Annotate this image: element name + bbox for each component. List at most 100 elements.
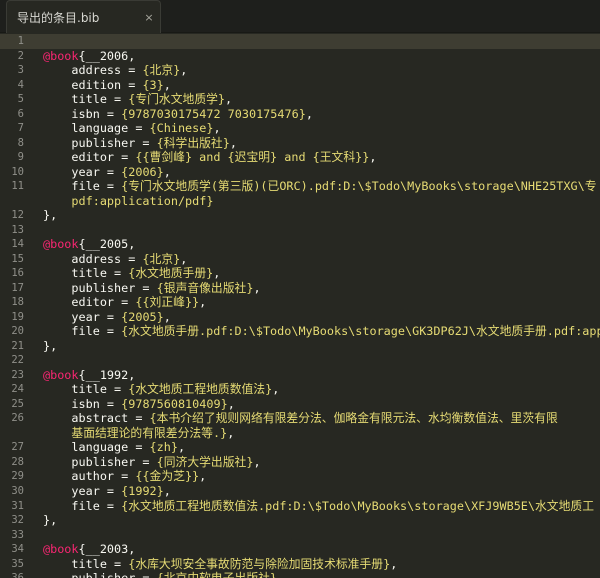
line-number: 20 <box>11 325 24 338</box>
line-number: 3 <box>17 64 24 77</box>
line-number: 34 <box>11 543 24 556</box>
code-line[interactable]: 28 publisher = {同济大学出版社}, <box>0 455 600 470</box>
code-line[interactable]: 9 editor = {{曹剑峰} and {迟宝明} and {王文科}}, <box>0 150 600 165</box>
code-line[interactable]: 33 <box>0 528 600 543</box>
token: {北京中软电子出版社} <box>157 571 277 578</box>
line-content: isbn = {9787030175472 7030175476}, <box>24 107 313 122</box>
token: year = <box>43 309 122 324</box>
code-line[interactable]: 14 @book{__2005, <box>0 237 600 252</box>
code-line[interactable]: 32}, <box>0 513 600 528</box>
tab-bar: 导出的条目.bib × <box>0 0 600 33</box>
line-number: 13 <box>11 223 24 236</box>
token: , <box>227 425 235 440</box>
token: , <box>163 309 171 324</box>
token: address = <box>43 251 143 266</box>
line-number: 5 <box>17 93 24 106</box>
code-line[interactable]: 3 address = {北京}, <box>0 63 600 78</box>
line-number: 14 <box>11 238 24 251</box>
line-content: edition = {3}, <box>24 77 170 93</box>
close-icon[interactable]: × <box>138 11 160 24</box>
token: , <box>272 382 280 397</box>
code-editor[interactable]: 1 2 @book{__2006, 3 address = {北京}, 4 editio… <box>0 33 600 578</box>
code-line[interactable]: 25 isbn = {9787560810409}, <box>0 397 600 412</box>
code-line[interactable]: 1 <box>0 34 600 49</box>
line-content: address = {北京}, <box>24 63 187 78</box>
line-number: 17 <box>11 281 24 294</box>
code-line[interactable]: 2 @book{__2006, <box>0 49 600 64</box>
line-content <box>24 353 43 368</box>
line-content: file = {专门水文地质学(第三版)(已ORC).pdf:D:\$Todo\… <box>24 179 596 194</box>
code-line[interactable]: 17 publisher = {银声音像出版社}, <box>0 281 600 296</box>
code-line[interactable]: 20 file = {水文地质手册.pdf:D:\$Todo\MyBooks\s… <box>0 324 600 339</box>
line-number: 25 <box>11 397 24 410</box>
token: publisher = <box>43 280 157 295</box>
code-line[interactable]: 23 @book{__1992, <box>0 368 600 383</box>
token: }, <box>43 513 58 528</box>
code-line[interactable]: 19 year = {2005}, <box>0 310 600 325</box>
line-number: 12 <box>11 209 24 222</box>
code-line[interactable]: 11 file = {专门水文地质学(第三版)(已ORC).pdf:D:\$To… <box>0 179 600 194</box>
token: , <box>225 92 233 107</box>
code-line[interactable]: 34 @book{__2003, <box>0 542 600 557</box>
token: { <box>78 237 86 252</box>
code-line[interactable]: 36 publisher = {北京中软电子出版社}, <box>0 571 600 578</box>
tab-bib-file[interactable]: 导出的条目.bib × <box>6 0 161 33</box>
line-content: title = {水库大坝安全事故防范与除险加固技术标准手册}, <box>24 557 397 572</box>
code-line[interactable]: 27 language = {zh}, <box>0 440 600 455</box>
code-line[interactable]: 30 year = {1992}, <box>0 484 600 499</box>
token: }, <box>43 338 58 353</box>
token: {9787030175472 7030175476} <box>121 106 306 121</box>
token: , <box>213 121 221 136</box>
line-content: title = {水文地质工程地质数值法}, <box>24 382 279 397</box>
code-line[interactable]: 16 title = {水文地质手册}, <box>0 266 600 281</box>
line-number: 16 <box>11 267 24 280</box>
line-number: 29 <box>11 470 24 483</box>
code-line[interactable]: 13 <box>0 223 600 238</box>
code-line[interactable]: 12}, <box>0 208 600 223</box>
line-number: 11 <box>11 180 24 193</box>
token: pdf:application/pdf} <box>43 193 214 208</box>
code-line[interactable]: 26 abstract = {本书介绍了规则网络有限差分法、伽略金有限元法、水均… <box>0 411 600 426</box>
code-line[interactable]: 31 file = {水文地质工程地质数值法.pdf:D:\$Todo\MyBo… <box>0 499 600 514</box>
token: {北京} <box>142 251 181 266</box>
editor-window: 导出的条目.bib × 1 2 @book{__2006, 3 address = {… <box>0 0 600 578</box>
token: , <box>369 150 377 165</box>
token: { <box>78 542 86 557</box>
token: {3} <box>142 77 164 92</box>
token: @book <box>43 542 79 557</box>
code-line[interactable]: 5 title = {专门水文地质学}, <box>0 92 600 107</box>
token: , <box>305 106 313 121</box>
code-line[interactable]: 21}, <box>0 339 600 354</box>
token: title = <box>43 556 129 571</box>
token: title = <box>43 382 129 397</box>
token: publisher = <box>43 135 157 150</box>
code-line[interactable]: 基面结理论的有限差分法等.}, <box>0 426 600 441</box>
line-content: @book{__2003, <box>24 542 135 557</box>
code-line[interactable]: 24 title = {水文地质工程地质数值法}, <box>0 382 600 397</box>
token: {{刘正峰}} <box>135 295 200 310</box>
line-content: language = {zh}, <box>24 440 185 455</box>
line-content: editor = {{刘正峰}}, <box>24 295 206 310</box>
token: , <box>277 571 284 578</box>
code-line[interactable]: 8 publisher = {科学出版社}, <box>0 136 600 151</box>
code-line[interactable]: 10 year = {2006}, <box>0 165 600 180</box>
code-line[interactable]: 15 address = {北京}, <box>0 252 600 267</box>
code-line[interactable]: 4 edition = {3}, <box>0 78 600 93</box>
code-line[interactable]: 29 author = {{金为芝}}, <box>0 469 600 484</box>
code-line[interactable]: 22 <box>0 353 600 368</box>
token: @book <box>43 48 79 63</box>
line-number: 21 <box>11 339 24 352</box>
token: , <box>227 396 235 411</box>
line-number: 10 <box>11 165 24 178</box>
code-line[interactable]: 18 editor = {{刘正峰}}, <box>0 295 600 310</box>
line-content: }, <box>24 513 57 528</box>
line-number: 4 <box>17 78 24 91</box>
code-line[interactable]: 7 language = {Chinese}, <box>0 121 600 136</box>
token: {同济大学出版社} <box>156 454 254 469</box>
token: {水库大坝安全事故防范与除险加固技术标准手册} <box>128 556 391 571</box>
code-line[interactable]: 6 isbn = {9787030175472 7030175476}, <box>0 107 600 122</box>
token: , <box>199 469 207 484</box>
token: file = <box>43 498 122 513</box>
code-line[interactable]: 35 title = {水库大坝安全事故防范与除险加固技术标准手册}, <box>0 557 600 572</box>
code-line[interactable]: pdf:application/pdf} <box>0 194 600 209</box>
